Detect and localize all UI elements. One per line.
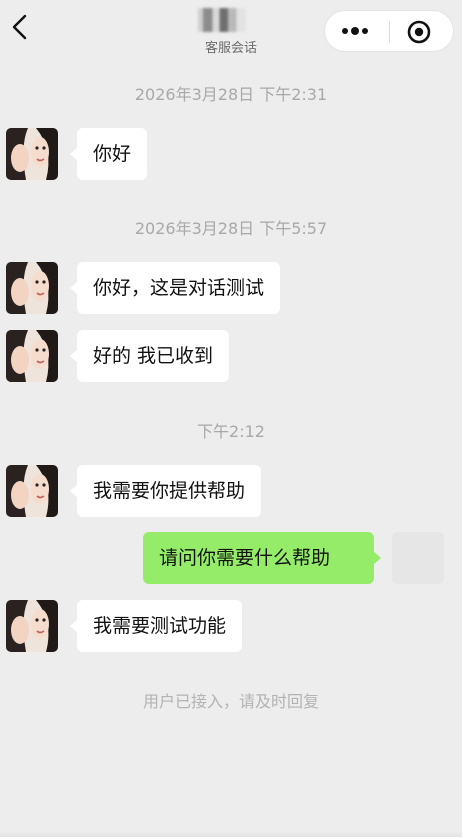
message-bubble-outgoing[interactable]: 请问你需要什么帮助 — [143, 532, 381, 584]
avatar[interactable] — [6, 128, 58, 180]
avatar[interactable] — [6, 600, 58, 652]
avatar-photo — [6, 600, 58, 652]
message-bubble[interactable]: 我需要测试功能 — [69, 600, 243, 652]
avatar[interactable] — [6, 465, 58, 517]
message-bubble[interactable]: 我需要你提供帮助 — [69, 465, 262, 517]
message-bubble[interactable]: 你好 — [69, 128, 148, 180]
self-avatar[interactable] — [392, 532, 444, 584]
miniprogram-capsule — [324, 10, 454, 52]
timestamp: 2026年3月28日 下午5:57 — [134, 219, 328, 238]
message-bubble[interactable]: 你好，这是对话测试 — [69, 262, 281, 314]
avatar-photo — [6, 465, 58, 517]
avatar-photo — [6, 330, 58, 382]
avatar-photo — [6, 128, 58, 180]
system-notice: 用户已接入，请及时回复 — [142, 692, 319, 711]
more-dots-icon[interactable] — [337, 19, 373, 43]
message-bubble[interactable]: 好的 我已收到 — [69, 330, 230, 382]
miniprogram-close-icon[interactable] — [407, 20, 431, 44]
blurred-contact-name — [198, 8, 246, 32]
timestamp: 2026年3月28日 下午2:31 — [134, 85, 328, 104]
avatar[interactable] — [6, 330, 58, 382]
avatar-photo — [6, 262, 58, 314]
bottom-edge — [0, 831, 462, 837]
timestamp: 下午2:12 — [197, 422, 265, 441]
capsule-divider — [389, 21, 390, 43]
avatar[interactable] — [6, 262, 58, 314]
top-bar: 客服会话 — [0, 0, 462, 62]
